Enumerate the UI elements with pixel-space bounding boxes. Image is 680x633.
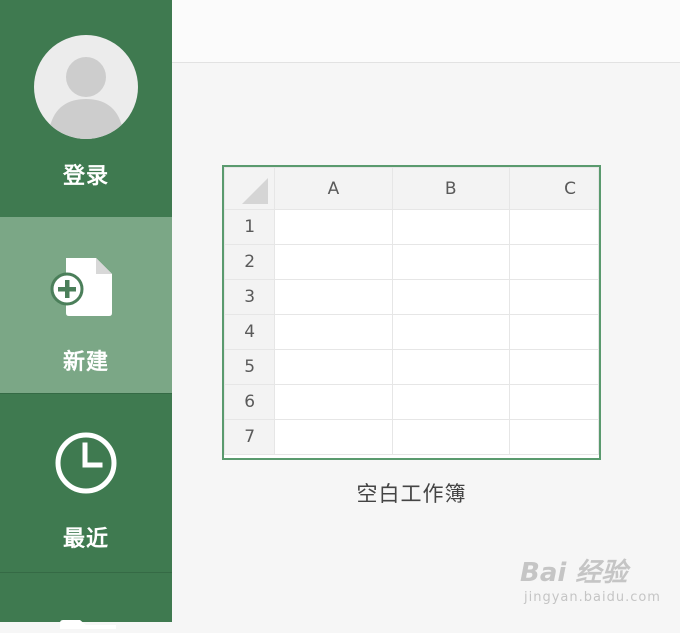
column-header: B <box>391 167 510 210</box>
column-header: A <box>274 167 393 210</box>
row-header: 7 <box>224 419 276 455</box>
cell <box>274 209 393 245</box>
watermark-url: jingyan.baidu.com <box>524 590 661 605</box>
row-header: 6 <box>224 384 276 420</box>
sidebar-divider <box>0 393 172 394</box>
sidebar-item-login[interactable]: 登录 <box>0 0 172 216</box>
user-avatar-icon <box>34 35 138 139</box>
cell <box>274 349 393 385</box>
cell <box>391 419 510 455</box>
row-header: 5 <box>224 349 276 385</box>
sidebar-item-label: 新建 <box>62 350 109 375</box>
cell <box>391 209 510 245</box>
sidebar-item-new[interactable]: 新建 <box>0 217 172 393</box>
top-bar <box>172 0 680 63</box>
row-header: 4 <box>224 314 276 350</box>
folder-icon <box>58 614 118 633</box>
row-header: 2 <box>224 244 276 280</box>
sidebar-item-recent[interactable]: 最近 <box>0 395 172 572</box>
cell <box>274 384 393 420</box>
watermark-text: Bai 经验 <box>520 558 628 588</box>
cell <box>508 244 599 280</box>
cell <box>508 349 599 385</box>
row-header: 1 <box>224 209 276 245</box>
cell <box>391 279 510 315</box>
cell <box>508 384 599 420</box>
new-document-plus-icon <box>50 255 116 323</box>
cell <box>391 244 510 280</box>
cell <box>274 279 393 315</box>
template-caption[interactable]: 空白工作簿 <box>222 478 601 508</box>
cell <box>274 419 393 455</box>
spreadsheet-preview: A B C 1 2 3 4 5 6 7 <box>224 167 599 455</box>
column-header: C <box>508 167 599 210</box>
cell <box>274 314 393 350</box>
cell <box>508 209 599 245</box>
cell <box>391 314 510 350</box>
sidebar-item-open[interactable] <box>0 574 172 629</box>
sidebar: 登录 新建 最近 <box>0 0 172 629</box>
sidebar-item-label: 最近 <box>62 527 109 552</box>
cell <box>508 279 599 315</box>
clock-icon <box>54 431 118 499</box>
cell <box>508 419 599 455</box>
watermark: Bai 经验 jingyan.baidu.com <box>520 548 670 614</box>
cell <box>391 349 510 385</box>
cell <box>391 384 510 420</box>
cell <box>274 244 393 280</box>
row-header: 3 <box>224 279 276 315</box>
cell <box>508 314 599 350</box>
select-all-corner <box>224 167 276 210</box>
blank-workbook-template[interactable]: A B C 1 2 3 4 5 6 7 <box>222 165 601 460</box>
sidebar-divider <box>0 572 172 573</box>
sidebar-item-label: 登录 <box>62 164 109 189</box>
